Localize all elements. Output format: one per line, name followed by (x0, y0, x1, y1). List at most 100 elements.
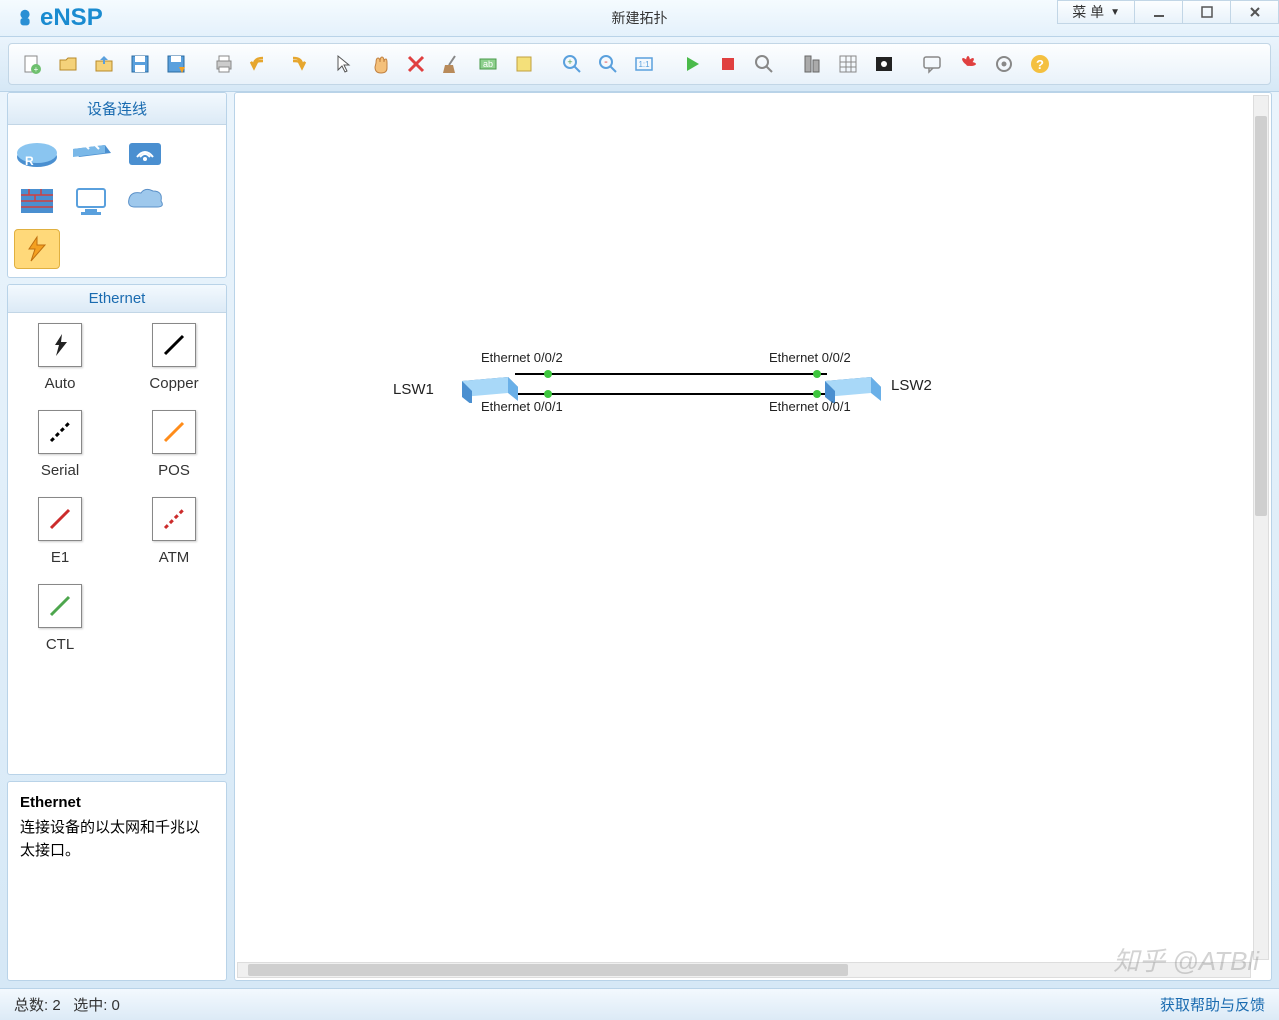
stop-button[interactable] (711, 48, 745, 80)
router-icon: R (15, 135, 59, 171)
connection-auto[interactable]: Auto (18, 323, 102, 392)
pc-icon (69, 183, 113, 219)
close-button[interactable] (1231, 0, 1279, 24)
connection-header: Ethernet (8, 285, 226, 313)
undo-button[interactable] (243, 48, 277, 80)
broom-icon (441, 53, 463, 75)
cloud-icon (123, 183, 167, 219)
horizontal-thumb[interactable] (248, 964, 848, 976)
port-status-dot (544, 370, 552, 378)
print-button[interactable] (207, 48, 241, 80)
wlan-category[interactable] (122, 133, 168, 173)
maximize-button[interactable] (1183, 0, 1231, 24)
connection-grid: Auto Copper Serial POS E1 ATM CTL (8, 313, 226, 663)
maximize-icon (1200, 5, 1214, 19)
port-label: Ethernet 0/0/2 (481, 350, 563, 365)
hand-icon (369, 53, 391, 75)
capture-button[interactable] (747, 48, 781, 80)
select-button[interactable] (327, 48, 361, 80)
logo-icon (14, 7, 36, 29)
svg-text:+: + (567, 57, 572, 67)
start-button[interactable] (675, 48, 709, 80)
svg-text:1:1: 1:1 (638, 60, 650, 69)
window-title: 新建拓扑 (612, 8, 668, 28)
redo-icon (285, 53, 307, 75)
copper-icon (152, 323, 196, 367)
menu-button[interactable]: 菜 单▼ (1057, 0, 1135, 24)
close-icon (1248, 5, 1262, 19)
connection-ctl[interactable]: CTL (18, 584, 102, 653)
help-link[interactable]: 获取帮助与反馈 (1160, 994, 1265, 1015)
selected-label: 选中: (73, 997, 107, 1014)
zoomout-icon: - (597, 53, 619, 75)
atm-icon (152, 497, 196, 541)
vertical-thumb[interactable] (1255, 116, 1267, 516)
switch-icon (69, 135, 113, 171)
vertical-scrollbar[interactable] (1253, 95, 1269, 960)
connection-label: ATM (159, 549, 190, 566)
connection-e1[interactable]: E1 (18, 497, 102, 566)
topology-canvas[interactable]: LSW1LSW2Ethernet 0/0/2Ethernet 0/0/1Ethe… (234, 92, 1272, 981)
fit-button[interactable]: 1:1 (627, 48, 661, 80)
up-button[interactable] (87, 48, 121, 80)
pan-button[interactable] (363, 48, 397, 80)
firewall-category[interactable] (14, 181, 60, 221)
chat-button[interactable] (915, 48, 949, 80)
grid-icon (837, 53, 859, 75)
grid-button[interactable] (831, 48, 865, 80)
connection-category[interactable] (14, 229, 60, 269)
print-icon (213, 53, 235, 75)
gear-icon (993, 53, 1015, 75)
svg-text:-: - (604, 56, 608, 68)
huawei-button[interactable] (951, 48, 985, 80)
redo-button[interactable] (279, 48, 313, 80)
selected-value: 0 (112, 997, 120, 1014)
serial-icon (38, 410, 82, 454)
minimize-button[interactable] (1135, 0, 1183, 24)
connection-label: POS (158, 462, 190, 479)
link[interactable] (515, 393, 827, 395)
new-button[interactable]: + (15, 48, 49, 80)
help-button[interactable]: ? (1023, 48, 1057, 80)
cloud-category[interactable] (122, 181, 168, 221)
note-button[interactable] (507, 48, 541, 80)
open-button[interactable] (51, 48, 85, 80)
text-button[interactable]: ab (471, 48, 505, 80)
open-icon (57, 53, 79, 75)
switch-category[interactable] (68, 133, 114, 173)
total-value: 2 (52, 997, 60, 1014)
window-controls: 菜 单▼ (1057, 0, 1279, 24)
port-label: Ethernet 0/0/2 (769, 350, 851, 365)
zoomin-button[interactable]: + (555, 48, 589, 80)
undo-icon (249, 53, 271, 75)
screenshot-button[interactable] (867, 48, 901, 80)
minimize-icon (1152, 5, 1166, 19)
connection-label: CTL (46, 636, 74, 653)
broom-button[interactable] (435, 48, 469, 80)
port-status-dot (544, 390, 552, 398)
save-button[interactable] (123, 48, 157, 80)
up-icon (93, 53, 115, 75)
link[interactable] (515, 373, 827, 375)
zoomout-button[interactable]: - (591, 48, 625, 80)
connection-serial[interactable]: Serial (18, 410, 102, 479)
port-status-dot (813, 370, 821, 378)
svg-text:?: ? (1036, 57, 1044, 72)
port-status-dot (813, 390, 821, 398)
pc-category[interactable] (68, 181, 114, 221)
port-label: Ethernet 0/0/1 (481, 399, 563, 414)
server-button[interactable] (795, 48, 829, 80)
device-header: 设备连线 (8, 93, 226, 125)
saveas-button[interactable] (159, 48, 193, 80)
connection-copper[interactable]: Copper (132, 323, 216, 392)
connection-label: Copper (149, 375, 198, 392)
router-category[interactable]: R (14, 133, 60, 173)
settings-button[interactable] (987, 48, 1021, 80)
svg-text:R: R (25, 154, 34, 168)
port-label: Ethernet 0/0/1 (769, 399, 851, 414)
connection-pos[interactable]: POS (132, 410, 216, 479)
connection-atm[interactable]: ATM (132, 497, 216, 566)
firewall-icon (15, 183, 59, 219)
horizontal-scrollbar[interactable] (237, 962, 1251, 978)
delete-button[interactable] (399, 48, 433, 80)
